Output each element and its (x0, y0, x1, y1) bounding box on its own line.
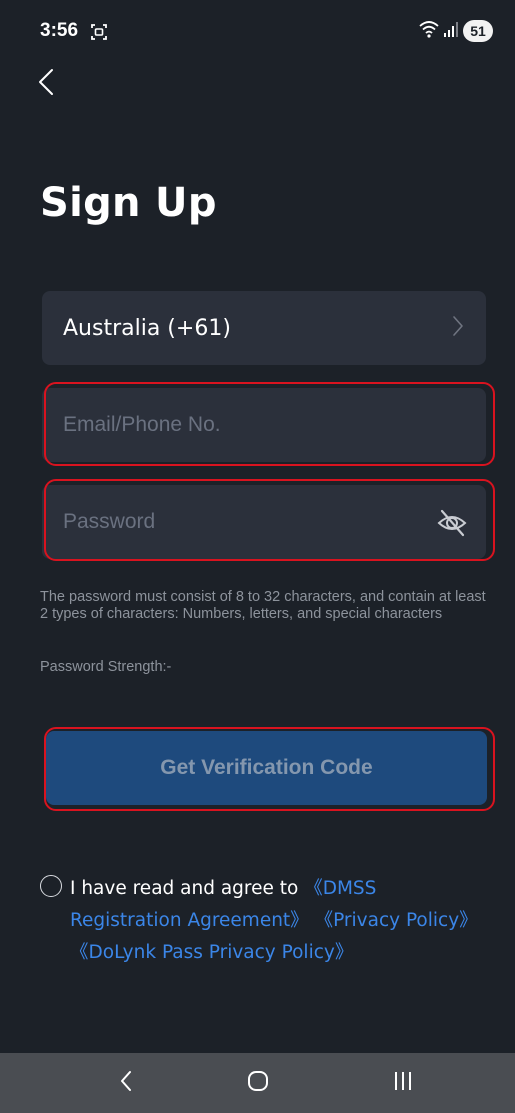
status-bar: 3:56 51 (0, 0, 515, 62)
privacy-policy-link[interactable]: 《Privacy Policy》 (315, 910, 478, 931)
nav-recent-icon (392, 1070, 414, 1097)
page-title: Sign Up (40, 180, 217, 226)
battery-indicator: 51 (463, 20, 493, 42)
password-strength: Password Strength:- (40, 659, 171, 675)
email-phone-field[interactable] (42, 388, 486, 462)
nav-home-button[interactable] (218, 1053, 298, 1113)
status-indicators: 51 (419, 19, 493, 43)
nav-back-button[interactable] (86, 1053, 166, 1113)
status-time: 3:56 (40, 20, 79, 41)
back-button[interactable] (36, 62, 76, 106)
country-selector[interactable]: Australia (+61) (42, 291, 486, 365)
screenshot-notification-icon (90, 23, 108, 46)
password-hint: The password must consist of 8 to 32 cha… (40, 589, 486, 622)
nav-back-icon (119, 1070, 133, 1097)
agreement-radio[interactable] (40, 875, 62, 897)
dolynk-pass-privacy-policy-link[interactable]: 《DoLynk Pass Privacy Policy》 (70, 942, 353, 963)
nav-home-icon (246, 1069, 270, 1098)
agreement-prefix: I have read and agree to (70, 878, 305, 899)
chevron-right-icon (452, 315, 464, 342)
password-input[interactable] (42, 485, 486, 559)
chevron-left-icon (36, 68, 56, 101)
password-field[interactable] (42, 485, 486, 559)
nav-recent-button[interactable] (363, 1053, 443, 1113)
eye-off-icon[interactable] (436, 507, 468, 539)
get-verification-code-button[interactable]: Get Verification Code (46, 731, 487, 805)
password-strength-label: Password Strength: (40, 659, 167, 675)
email-phone-input[interactable] (42, 388, 486, 462)
password-strength-value: - (166, 659, 172, 675)
country-value: Australia (+61) (63, 315, 231, 341)
signal-icon (444, 21, 458, 42)
sign-up-screen: 3:56 51 Sign Up Australia (+61) Email/Ph… (0, 0, 515, 1113)
agreement-text: I have read and agree to 《DMSS Registrat… (70, 873, 480, 969)
system-nav-bar (0, 1053, 515, 1113)
wifi-icon (419, 20, 439, 43)
